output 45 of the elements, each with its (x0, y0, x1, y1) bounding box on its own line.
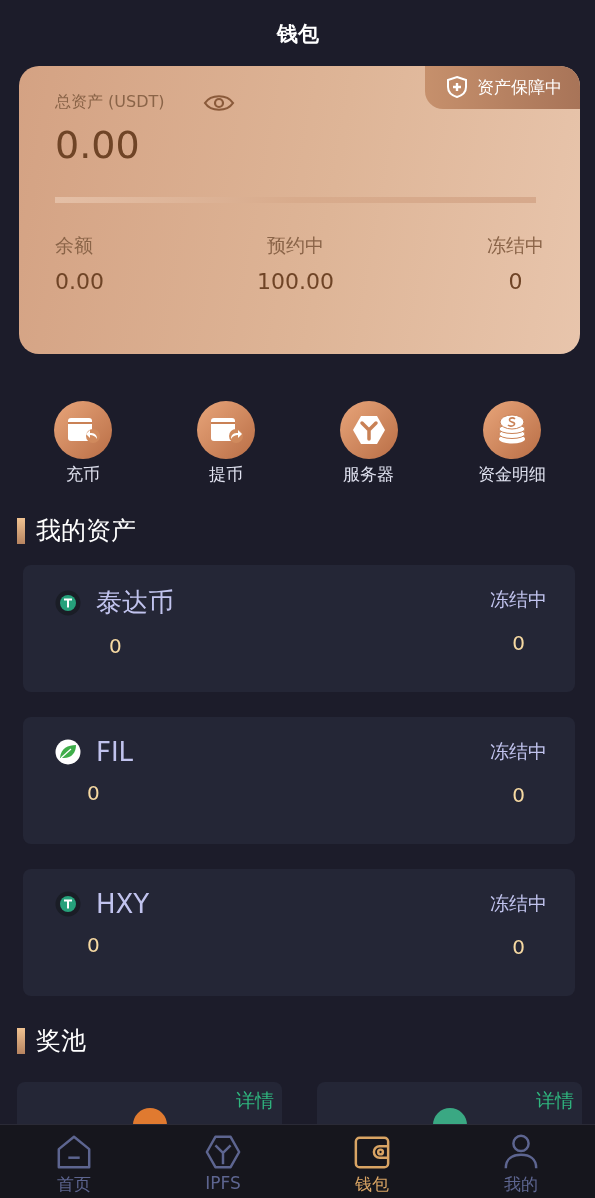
frozen-label: 冻结中 (490, 739, 547, 764)
asset-name: 泰达币 (96, 586, 174, 619)
stat-value: 0.00 (55, 269, 104, 294)
wallet-out-icon[interactable] (197, 401, 256, 459)
frozen-amount: 0 (512, 631, 525, 655)
coin-stack-icon[interactable] (482, 401, 541, 459)
total-label: 总资产 (USDT) (55, 92, 165, 113)
coin-icon (55, 589, 81, 616)
tab-item[interactable]: 钱包 (297, 1125, 447, 1198)
accent-bar (17, 1027, 25, 1054)
frozen-label: 冻结中 (490, 587, 547, 612)
action-label[interactable]: 服务器 (343, 463, 395, 486)
action-label[interactable]: 充币 (66, 463, 101, 486)
coin-icon (55, 891, 81, 917)
asset-card[interactable]: 泰达币 0 冻结中 0 (23, 565, 575, 692)
frozen-amount: 0 (512, 935, 525, 959)
accent-bar (17, 517, 25, 544)
stat-label: 预约中 (267, 233, 324, 258)
badge-text: 资产保障中 (477, 75, 562, 99)
details-link[interactable]: 详情 (536, 1088, 574, 1114)
asset-name: HXY (96, 889, 150, 919)
page-title: 钱包 (275, 21, 320, 48)
action-label[interactable]: 提币 (209, 463, 244, 486)
section-title: 我的资产 (36, 515, 136, 547)
eye-icon[interactable] (202, 92, 235, 113)
wallet-in-icon[interactable] (54, 401, 113, 459)
stat-label: 冻结中 (487, 233, 544, 258)
section-title: 奖池 (36, 1025, 86, 1057)
frozen-amount: 0 (512, 783, 525, 807)
action-label[interactable]: 资金明细 (477, 463, 546, 486)
frozen-label: 冻结中 (490, 891, 547, 916)
asset-name: FIL (96, 737, 134, 767)
details-link[interactable]: 详情 (236, 1088, 274, 1114)
asset-card[interactable]: HXY 0 冻结中 0 (23, 869, 575, 996)
asset-amount: 0 (109, 634, 123, 658)
hexagon-icon (204, 1133, 243, 1171)
stat-value: 100.00 (257, 269, 334, 294)
asset-card[interactable]: FIL 0 冻结中 0 (23, 717, 575, 844)
asset-amount: 0 (87, 933, 101, 957)
total-amount: 0.00 (55, 123, 141, 167)
leaf-icon (55, 739, 81, 765)
asset-amount: 0 (87, 781, 101, 805)
stat-value: 0 (508, 269, 523, 294)
shield-icon (445, 75, 469, 99)
stat-label: 余额 (55, 233, 93, 258)
